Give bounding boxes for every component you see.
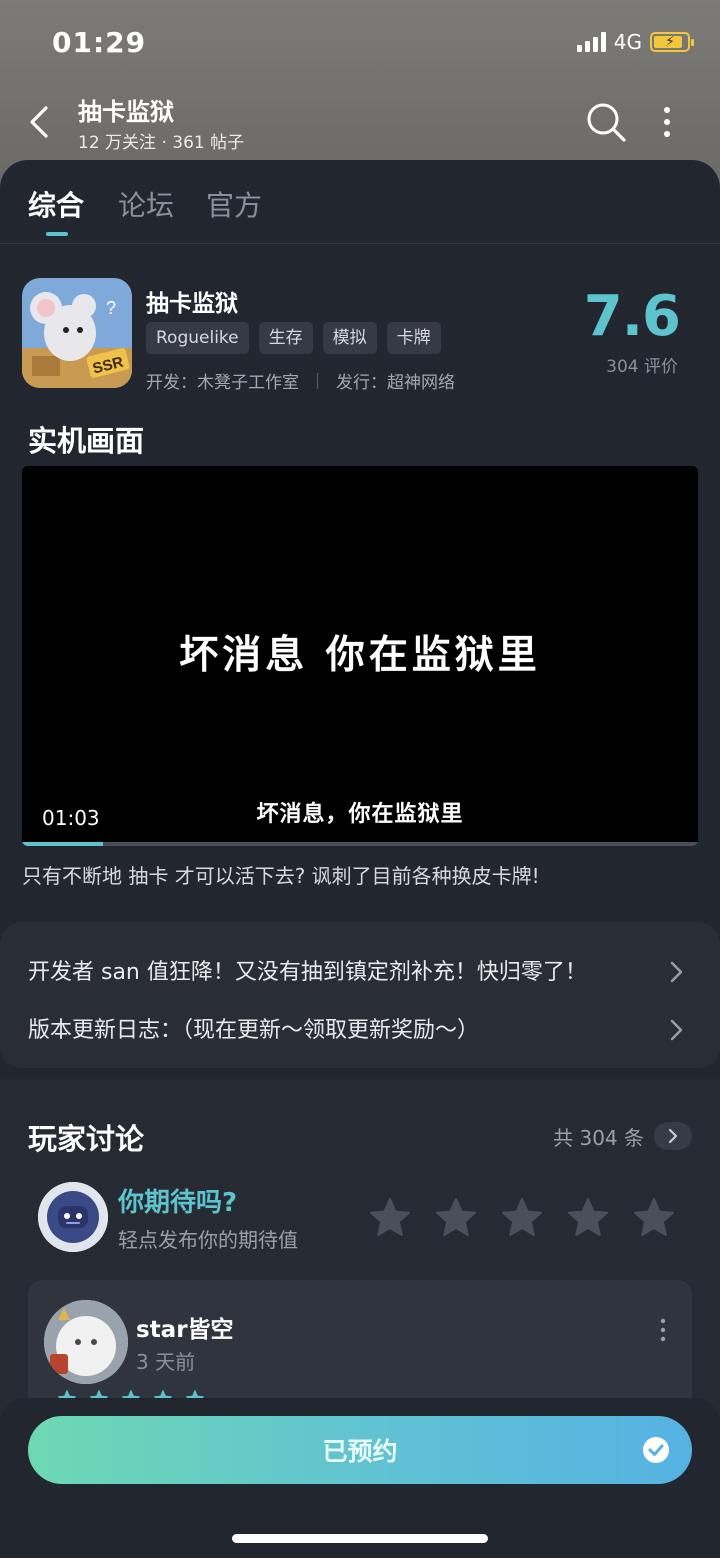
back-arrow-icon[interactable]: [22, 102, 58, 142]
tag-item[interactable]: Roguelike: [146, 322, 249, 354]
review-username[interactable]: star皆空: [136, 1310, 234, 1344]
video-player[interactable]: 坏消息 你在监狱里 坏消息，你在监狱里 01:03: [22, 466, 698, 846]
tab-official[interactable]: 官方: [206, 184, 262, 224]
discussion-count[interactable]: 共 304 条: [553, 1122, 644, 1151]
rating-score: 7.6: [583, 284, 681, 349]
star-rating-4-icon[interactable]: [566, 1196, 610, 1240]
chevron-right-icon[interactable]: [654, 1122, 692, 1150]
game-app-icon[interactable]: ? SSR: [22, 278, 132, 388]
content-sheet: 综合 论坛 官方 ? SSR 抽卡监狱 Roguelike 生存 模拟 卡牌 开…: [0, 160, 720, 1558]
status-indicators: 4G ⚡: [576, 30, 694, 54]
reserve-label: 已预约: [322, 1437, 398, 1466]
page-subtitle: 12 万关注 · 361 帖子: [78, 133, 245, 153]
news-item-text: 版本更新日志：（现在更新～领取更新奖励～）: [28, 1018, 480, 1043]
status-bar: 01:29 4G ⚡: [0, 0, 720, 88]
search-icon[interactable]: [584, 100, 628, 144]
battery-charging-icon: ⚡: [650, 32, 694, 52]
game-name: 抽卡监狱: [146, 291, 238, 317]
page-title: 抽卡监狱: [78, 98, 174, 126]
developer-label[interactable]: 开发：木凳子工作室: [146, 368, 299, 393]
tab-indicator: [46, 232, 68, 236]
video-progress-bar[interactable]: [22, 842, 698, 846]
star-rating-3-icon[interactable]: [500, 1196, 544, 1240]
star-rating-5-icon[interactable]: [632, 1196, 676, 1240]
news-item-text: 开发者 san 值狂降！又没有抽到镇定剂补充！快归零了！: [28, 960, 587, 985]
review-time: 3 天前: [136, 1350, 196, 1374]
star-rating-1-icon[interactable]: [368, 1196, 412, 1240]
tab-forum[interactable]: 论坛: [118, 184, 174, 224]
network-label: 4G: [613, 30, 642, 54]
game-meta: 开发：木凳子工作室 发行：超神网络: [146, 368, 455, 393]
screenshots-title: 实机画面: [28, 424, 145, 458]
more-vertical-icon[interactable]: [658, 1318, 668, 1342]
expect-title: 你期待吗?: [118, 1188, 238, 1218]
status-time: 01:29: [52, 26, 147, 59]
tag-item[interactable]: 模拟: [322, 322, 377, 354]
tag-item[interactable]: 卡牌: [386, 322, 441, 354]
tab-bar: 综合 论坛 官方: [0, 160, 720, 244]
chevron-right-icon: [670, 961, 683, 983]
publisher-label[interactable]: 发行：超神网络: [336, 368, 455, 393]
video-time: 01:03: [42, 806, 100, 830]
check-circle-icon: [643, 1437, 669, 1463]
news-card: 开发者 san 值狂降！又没有抽到镇定剂补充！快归零了！ 版本更新日志：（现在更…: [0, 922, 720, 1068]
expect-subtitle: 轻点发布你的期待值: [118, 1228, 298, 1252]
discussion-title: 玩家讨论: [28, 1122, 145, 1156]
user-avatar[interactable]: [44, 1300, 128, 1384]
meta-divider: [317, 372, 318, 389]
tag-list: Roguelike 生存 模拟 卡牌: [146, 322, 441, 354]
top-nav: 抽卡监狱 12 万关注 · 361 帖子: [0, 88, 720, 160]
signal-icon: [576, 32, 606, 52]
star-rating-2-icon[interactable]: [434, 1196, 478, 1240]
video-caption: 只有不断地 抽卡 才可以活下去? 讽刺了目前各种换皮卡牌!: [22, 864, 540, 888]
svg-text:?: ?: [106, 298, 116, 318]
news-item[interactable]: 版本更新日志：（现在更新～领取更新奖励～）: [28, 1012, 692, 1052]
robot-avatar-icon: [38, 1182, 108, 1252]
bottom-action-bar: 已预约: [0, 1398, 720, 1558]
news-item[interactable]: 开发者 san 值狂降！又没有抽到镇定剂补充！快归零了！: [28, 954, 692, 994]
rating-count[interactable]: 304 评价: [606, 352, 678, 377]
chevron-right-icon: [670, 1019, 683, 1041]
video-main-text: 坏消息 你在监狱里: [179, 633, 541, 678]
reserve-button[interactable]: 已预约: [28, 1416, 692, 1484]
tag-item[interactable]: 生存: [258, 322, 313, 354]
video-subtitle: 坏消息，你在监狱里: [256, 802, 464, 827]
tab-overview[interactable]: 综合: [28, 184, 84, 224]
video-progress-fill: [22, 842, 104, 846]
expectation-star-rating: [368, 1196, 676, 1240]
game-info-card: ? SSR 抽卡监狱 Roguelike 生存 模拟 卡牌 开发：木凳子工作室 …: [0, 264, 720, 404]
home-indicator: [232, 1534, 488, 1543]
more-vertical-icon[interactable]: [654, 104, 680, 140]
